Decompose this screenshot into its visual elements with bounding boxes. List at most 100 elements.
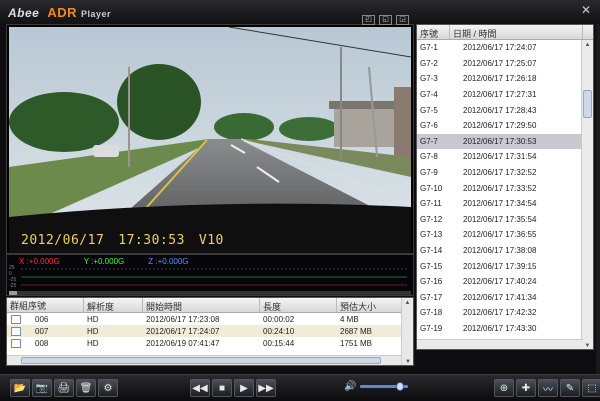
file-serial: G7-2 [420, 58, 438, 68]
file-datetime: 2012/06/17 17:42:32 [463, 308, 537, 318]
list-item[interactable]: G7-10 2012/06/17 17:33:52 [417, 180, 593, 196]
scroll-down-icon[interactable]: ▼ [402, 357, 413, 365]
file-tools-group: 📂 📷 🖨 🗑 ⚙ [10, 379, 118, 397]
gsensor-plot [21, 268, 407, 286]
export-button[interactable]: ⬚ [582, 379, 600, 397]
event-table-hscrollbar[interactable] [7, 355, 401, 365]
print-button[interactable]: 🖨 [54, 379, 74, 397]
file-datetime: 2012/06/17 17:41:34 [463, 292, 537, 302]
file-list: 序號 日期 / 時間 G7-1 2012/06/17 17:24:07 G7-2 20… [416, 24, 594, 350]
start-time: 2012/06/17 17:24:07 [146, 326, 220, 336]
row-checkbox[interactable] [11, 338, 21, 348]
list-item[interactable]: G7-5 2012/06/17 17:28:43 [417, 102, 593, 118]
file-serial: G7-4 [420, 90, 438, 100]
file-serial: G7-7 [420, 136, 438, 146]
file-serial: G7-5 [420, 105, 438, 115]
col-header-estimated-size[interactable]: 預估大小 [337, 298, 407, 312]
col-header-serial[interactable]: 序號 [417, 25, 450, 39]
close-icon[interactable]: ✕ [578, 3, 594, 17]
file-list-vscrollbar[interactable]: ▲ ▼ [581, 40, 593, 349]
file-serial: G7-17 [420, 292, 443, 302]
list-item[interactable]: G7-6 2012/06/17 17:29:50 [417, 118, 593, 134]
col-header-datetime[interactable]: 日期 / 時間 [450, 25, 583, 39]
hscroll-thumb[interactable] [21, 357, 381, 364]
row-checkbox[interactable] [11, 314, 21, 324]
gps-button[interactable]: ✚ [516, 379, 536, 397]
file-serial: G7-9 [420, 168, 438, 178]
list-item[interactable]: G7-7 2012/06/17 17:30:53 [417, 133, 593, 150]
col-header-resolution[interactable]: 解析度 [84, 298, 143, 312]
row-checkbox[interactable] [11, 326, 21, 336]
list-item[interactable]: G7-14 2012/06/17 17:38:08 [417, 243, 593, 259]
file-list-hscrollbar[interactable] [417, 339, 583, 349]
tools-button[interactable]: ✎ [560, 379, 580, 397]
scroll-up-icon[interactable]: ▲ [402, 298, 413, 308]
play-button[interactable]: ▶ [234, 379, 254, 397]
transport-controls: ◀◀ ■ ▶ ▶▶ [190, 379, 276, 397]
list-item[interactable]: G7-13 2012/06/17 17:36:55 [417, 227, 593, 243]
video-size-large-icon[interactable]: ◲ [396, 15, 409, 25]
map-button[interactable]: ⊕ [494, 379, 514, 397]
file-datetime: 2012/06/17 17:25:07 [463, 58, 537, 68]
video-panel: ◰ ◱ ◲ 2012/06/17 17:30:53 V10 [6, 15, 414, 254]
event-table-header: 群組序號 解析度 開始時間 長度 預估大小 [7, 298, 413, 313]
list-item[interactable]: G7-4 2012/06/17 17:27:31 [417, 87, 593, 103]
rewind-button[interactable]: ◀◀ [190, 379, 210, 397]
file-datetime: 2012/06/17 17:27:31 [463, 90, 537, 100]
list-item[interactable]: G7-1 2012/06/17 17:24:07 [417, 40, 593, 56]
settings-button[interactable]: ⚙ [98, 379, 118, 397]
snapshot-button[interactable]: 📷 [32, 379, 52, 397]
video-frame-image[interactable]: 2012/06/17 17:30:53 V10 [9, 27, 411, 253]
list-item[interactable]: G7-15 2012/06/17 17:39:15 [417, 258, 593, 274]
table-row[interactable]: 007 HD 2012/06/17 17:24:07 00:24:10 2687… [7, 325, 413, 337]
event-group-table: 群組序號 解析度 開始時間 長度 預估大小 006 HD 2012/06/17 … [6, 297, 414, 366]
file-datetime: 2012/06/17 17:34:54 [463, 199, 537, 209]
file-datetime: 2012/06/17 17:29:50 [463, 121, 537, 131]
scroll-down-icon[interactable]: ▼ [582, 341, 593, 349]
fast-forward-button[interactable]: ▶▶ [256, 379, 276, 397]
video-window-controls: ◰ ◱ ◲ [362, 15, 409, 25]
resolution: HD [87, 326, 99, 336]
list-item[interactable]: G7-12 2012/06/17 17:35:54 [417, 212, 593, 228]
table-row[interactable]: 008 HD 2012/06/19 07:41:47 00:15:44 1751… [7, 337, 413, 349]
video-size-small-icon[interactable]: ◰ [362, 15, 375, 25]
volume-slider[interactable] [360, 382, 409, 391]
list-item[interactable]: G7-8 2012/06/17 17:31:54 [417, 149, 593, 165]
group-id: 008 [35, 338, 49, 348]
event-table-vscrollbar[interactable]: ▲ ▼ [401, 298, 413, 365]
file-datetime: 2012/06/17 17:38:08 [463, 246, 537, 256]
volume-knob[interactable] [396, 382, 405, 391]
stop-button[interactable]: ■ [212, 379, 232, 397]
col-header-group-id[interactable]: 群組序號 [7, 298, 84, 312]
list-item[interactable]: G7-9 2012/06/17 17:32:52 [417, 165, 593, 181]
file-datetime: 2012/06/17 17:32:52 [463, 168, 537, 178]
group-id: 006 [35, 314, 49, 324]
file-datetime: 2012/06/17 17:30:53 [463, 136, 537, 146]
video-size-medium-icon[interactable]: ◱ [379, 15, 392, 25]
list-item[interactable]: G7-16 2012/06/17 17:40:24 [417, 274, 593, 290]
scroll-up-icon[interactable]: ▲ [582, 40, 593, 50]
speaker-icon[interactable]: 🔊 [344, 381, 356, 392]
delete-button[interactable]: 🗑 [76, 379, 96, 397]
gsensor-scroll-thumb[interactable] [9, 291, 17, 295]
col-header-start-time[interactable]: 開始時間 [143, 298, 260, 312]
file-datetime: 2012/06/17 17:40:24 [463, 277, 537, 287]
graph-button[interactable]: 〰 [538, 379, 558, 397]
vscroll-thumb[interactable] [583, 90, 592, 118]
list-item[interactable]: G7-11 2012/06/17 17:34:54 [417, 196, 593, 212]
list-item[interactable]: G7-2 2012/06/17 17:25:07 [417, 56, 593, 72]
list-item[interactable]: G7-3 2012/06/17 17:26:18 [417, 71, 593, 87]
file-datetime: 2012/06/17 17:43:30 [463, 323, 537, 333]
list-item[interactable]: G7-18 2012/06/17 17:42:32 [417, 305, 593, 321]
volume-control[interactable]: 🔊 [344, 381, 409, 392]
estimated-size: 4 MB [340, 314, 359, 324]
length: 00:00:02 [263, 314, 295, 324]
list-item[interactable]: G7-17 2012/06/17 17:41:34 [417, 290, 593, 306]
file-serial: G7-11 [420, 199, 442, 209]
open-folder-button[interactable]: 📂 [10, 379, 30, 397]
file-datetime: 2012/06/17 17:35:54 [463, 214, 537, 224]
table-row[interactable]: 006 HD 2012/06/17 17:23:08 00:00:02 4 MB [7, 313, 413, 325]
list-item[interactable]: G7-19 2012/06/17 17:43:30 [417, 321, 593, 337]
col-header-length[interactable]: 長度 [260, 298, 337, 312]
gsensor-scrollbar[interactable] [9, 291, 411, 295]
